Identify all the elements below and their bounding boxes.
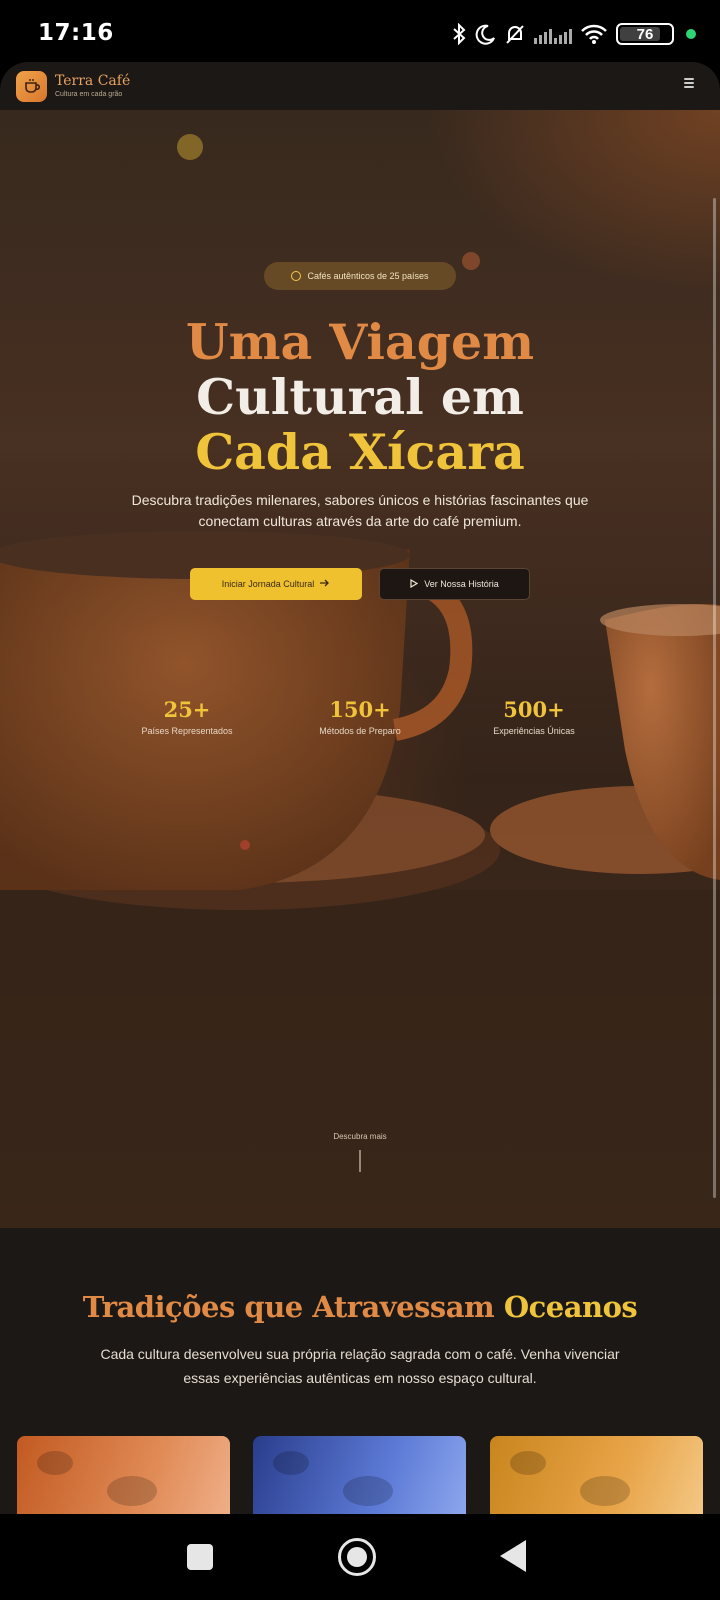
app-header: Terra Café Cultura em cada grão — [0, 62, 720, 110]
globe-icon — [291, 271, 302, 281]
stat-label: Experiências Únicas — [493, 726, 575, 736]
scroll-indicator-line — [359, 1150, 361, 1172]
stat-label: Países Representados — [141, 726, 233, 736]
moon-icon — [474, 22, 496, 46]
hero-headline: Uma Viagem Cultural em Cada Xícara — [0, 315, 720, 480]
charging-indicator — [686, 29, 696, 39]
brand-name: Terra Café — [55, 72, 131, 89]
our-story-label: Ver Nossa História — [424, 579, 499, 589]
tradition-card[interactable] — [253, 1436, 466, 1514]
traditions-title-part-2: Oceanos — [503, 1290, 638, 1324]
home-button[interactable] — [338, 1538, 376, 1576]
tradition-card[interactable] — [490, 1436, 703, 1514]
bluetooth-icon — [452, 22, 466, 46]
coffee-cup-icon[interactable] — [16, 70, 47, 102]
start-journey-button[interactable]: Iniciar Jornada Cultural — [190, 568, 362, 600]
page-scrollbar[interactable] — [713, 198, 716, 1198]
mute-icon — [504, 22, 526, 46]
headline-line-3: Cada Xícara — [195, 423, 525, 481]
headline-line-1: Uma Viagem — [185, 313, 535, 371]
stat-label: Métodos de Preparo — [319, 726, 401, 736]
scroll-hint[interactable]: Descubra mais — [300, 1132, 420, 1141]
traditions-text: Cada cultura desenvolveu sua própria rel… — [100, 1346, 620, 1386]
traditions-title: Tradições que Atravessam Oceanos — [0, 1290, 720, 1324]
battery-icon: 76 — [616, 23, 674, 45]
stat-value: 500+ — [503, 697, 565, 722]
system-navigation-bar — [0, 1514, 720, 1600]
menu-icon[interactable] — [684, 78, 694, 88]
stat-methods: 150+ Métodos de Preparo — [280, 697, 440, 737]
recent-apps-button[interactable] — [187, 1544, 213, 1570]
headline-line-2: Cultural em — [196, 368, 524, 426]
stat-countries: 25+ Países Representados — [107, 697, 267, 737]
origin-badge: Cafés autênticos de 25 países — [264, 262, 456, 290]
our-story-button[interactable]: Ver Nossa História — [379, 568, 530, 600]
hero-content: Cafés autênticos de 25 países Uma Viagem… — [0, 110, 720, 1228]
traditions-title-part-1: Tradições que Atravessam — [82, 1290, 495, 1324]
hero-section: Cafés autênticos de 25 países Uma Viagem… — [0, 110, 720, 1228]
hero-subtitle: Descubra tradições milenares, sabores ún… — [131, 492, 589, 529]
signal-icon — [534, 24, 572, 44]
status-bar: 17:16 76 — [0, 0, 720, 68]
status-icons: 76 — [452, 22, 696, 46]
status-time: 17:16 — [38, 20, 114, 46]
tradition-card[interactable] — [17, 1436, 230, 1514]
badge-text: Cafés autênticos de 25 países — [307, 271, 429, 281]
play-icon — [410, 578, 419, 590]
brand[interactable]: Terra Café Cultura em cada grão — [55, 73, 130, 100]
start-journey-label: Iniciar Jornada Cultural — [221, 579, 315, 589]
brand-tagline: Cultura em cada grão — [55, 90, 123, 98]
battery-level: 76 — [636, 25, 654, 43]
arrow-right-icon — [320, 579, 330, 589]
wifi-icon — [580, 22, 608, 46]
back-button[interactable] — [500, 1540, 526, 1572]
stat-experiences: 500+ Experiências Únicas — [454, 697, 614, 737]
stat-value: 25+ — [163, 697, 211, 722]
stat-value: 150+ — [329, 697, 391, 722]
traditions-section: Tradições que Atravessam Oceanos Cada cu… — [0, 1228, 720, 1514]
